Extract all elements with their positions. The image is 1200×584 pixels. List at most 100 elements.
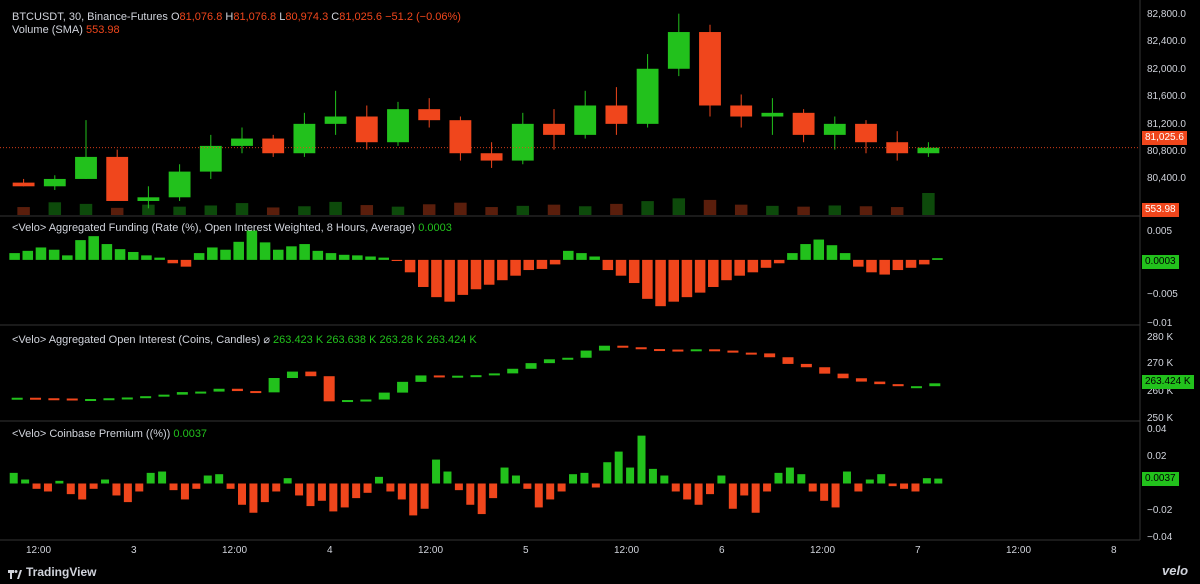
chart-canvas[interactable]: [0, 0, 1200, 584]
price-candle: [12, 182, 35, 187]
premium-bar: [340, 483, 349, 508]
funding-bar: [642, 259, 653, 299]
premium-bar: [158, 471, 167, 484]
funding-bar: [378, 257, 389, 260]
volume-bar: [734, 204, 748, 215]
premium-bar: [43, 483, 52, 492]
velo-logo: velo: [1162, 563, 1189, 578]
funding-bar: [312, 250, 324, 260]
premium-bar: [192, 483, 201, 489]
funding-bar: [694, 259, 706, 293]
price-candle: [324, 116, 347, 124]
funding-bar: [167, 259, 179, 264]
volume-bar: [454, 202, 467, 215]
price-tick: 82,800.0: [1147, 9, 1186, 20]
funding-bar: [628, 259, 640, 284]
premium-bar: [9, 472, 18, 484]
premium-bar: [888, 483, 897, 487]
premium-bar: [89, 483, 98, 489]
funding-bar: [9, 253, 20, 260]
oi-candle: [672, 349, 684, 352]
premium-label: <Velo> Coinbase Premium ((%)): [12, 428, 171, 440]
oi-candle: [654, 349, 666, 352]
tradingview-logo[interactable]: TradingView: [8, 565, 96, 579]
oi-candle: [452, 375, 464, 378]
funding-bar: [431, 259, 442, 298]
premium-bar: [66, 483, 75, 495]
volume-header: Volume (SMA) 553.98: [12, 24, 120, 36]
time-tick: 12:00: [26, 545, 52, 556]
price-candle: [293, 123, 316, 154]
oi-candle: [397, 381, 409, 393]
funding-badge: 0.0003: [1142, 255, 1179, 269]
premium-bar: [820, 483, 829, 501]
premium-bar: [32, 483, 41, 489]
oi-candle: [580, 350, 592, 358]
price-candle: [792, 112, 815, 135]
funding-bar: [207, 247, 218, 260]
funding-bar: [892, 259, 904, 271]
time-tick: 12:00: [1006, 545, 1032, 556]
time-tick: 12:00: [810, 545, 836, 556]
funding-bar: [602, 259, 614, 271]
funding-bar: [576, 253, 587, 260]
volume-badge: 553.98: [1142, 203, 1179, 217]
premium-bar: [546, 483, 555, 500]
oi-candle: [690, 349, 702, 352]
oi-candle: [85, 399, 97, 402]
price-tick: 82,400.0: [1147, 36, 1186, 47]
funding-bar: [220, 249, 231, 260]
oi-candle: [525, 363, 537, 369]
open-label: O: [170, 11, 180, 23]
oi-candle: [268, 378, 280, 393]
oi-candle: [378, 392, 390, 400]
price-candle: [636, 68, 659, 124]
premium-tick: −0.02: [1147, 505, 1173, 516]
oi-candle: [782, 357, 794, 364]
volume-bar: [578, 206, 592, 215]
premium-tick: 0.02: [1147, 451, 1167, 462]
funding-bar: [75, 240, 86, 260]
time-tick: 12:00: [222, 545, 248, 556]
funding-tick: 0.005: [1147, 226, 1173, 237]
oi-candle: [910, 386, 922, 389]
premium-header: <Velo> Coinbase Premium ((%)) 0.0037: [12, 428, 207, 440]
premium-badge: 0.0037: [1142, 472, 1179, 486]
price-candle: [761, 112, 784, 117]
premium-bar: [569, 474, 578, 484]
price-candle: [699, 32, 721, 106]
oi-candle: [617, 345, 629, 348]
oi-candle: [874, 381, 886, 385]
funding-bar: [826, 245, 838, 260]
funding-bar: [338, 254, 350, 260]
premium-bar: [534, 483, 543, 508]
premium-bar: [226, 483, 235, 489]
funding-bar: [708, 259, 719, 287]
premium-bar: [911, 483, 920, 492]
price-candle: [355, 116, 378, 143]
volume-bar: [516, 205, 530, 215]
premium-bar: [432, 459, 441, 484]
premium-bar: [215, 474, 224, 484]
funding-bar: [589, 256, 600, 260]
oi-candle: [305, 371, 317, 377]
funding-bar: [391, 259, 403, 262]
price-candle: [231, 138, 253, 146]
funding-bar: [655, 259, 666, 307]
price-candle: [75, 156, 97, 179]
funding-bar: [470, 259, 482, 290]
funding-tick: −0.01: [1147, 318, 1173, 329]
premium-bar: [922, 478, 931, 484]
oi-high-value: 263.638 K: [326, 334, 377, 346]
funding-bar: [839, 253, 851, 260]
premium-bar: [614, 451, 623, 484]
oi-candle: [929, 383, 941, 387]
oi-candle: [286, 371, 298, 378]
oi-candle: [176, 392, 188, 395]
premium-bar: [728, 483, 737, 509]
premium-bar: [352, 483, 361, 499]
funding-bar: [352, 255, 363, 260]
premium-bar: [363, 483, 372, 493]
time-tick: 3: [131, 545, 137, 556]
funding-bar: [193, 253, 205, 260]
